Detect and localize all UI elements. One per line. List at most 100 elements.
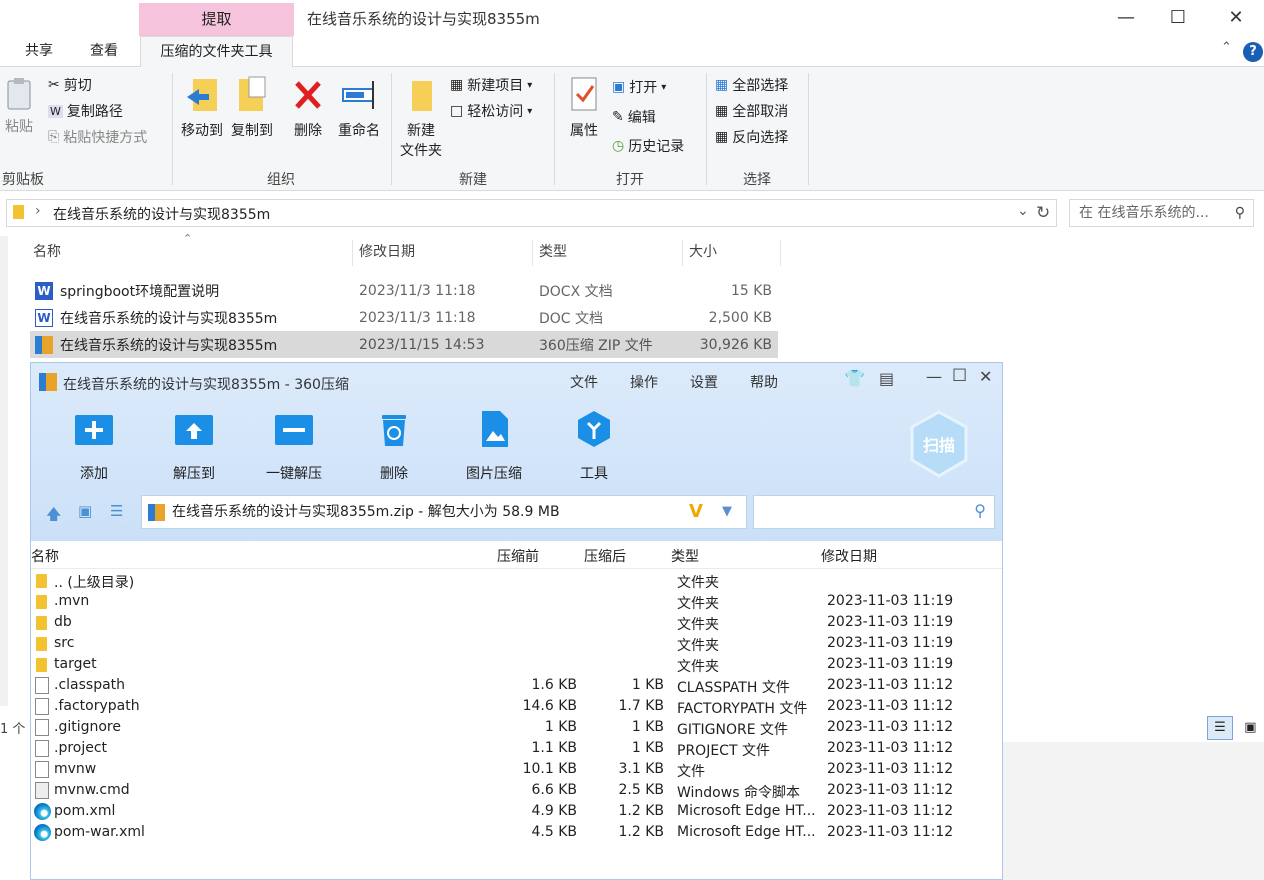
tools-button[interactable]: 工具	[549, 409, 639, 483]
path-dropdown-icon[interactable]: ▼	[722, 496, 732, 528]
image-compress-button[interactable]: 图片压缩	[449, 409, 539, 483]
address-dropdown-icon[interactable]: ⌄	[1017, 203, 1029, 219]
skin-shirt-icon[interactable]: 👕	[844, 369, 865, 389]
select-none-button[interactable]: ▦ 全部取消	[715, 101, 788, 121]
thumbnail-view-icon[interactable]: ▣	[78, 502, 92, 520]
zip-row-modified: 2023-11-03 11:12	[827, 782, 954, 798]
tools-hexagon-icon	[578, 411, 610, 447]
copy-path-button[interactable]: W 复制路径	[48, 101, 123, 121]
refresh-icon[interactable]: ↻	[1036, 203, 1050, 223]
zip-row-modified: 2023-11-03 11:12	[827, 740, 954, 756]
search-input[interactable]: 在 在线音乐系统的... ⚲	[1069, 199, 1254, 227]
address-bar[interactable]: › 在线音乐系统的设计与实现8355m ⌄	[6, 199, 1057, 227]
new-item-button[interactable]: ▦ 新建项目 ▾	[450, 75, 532, 95]
column-header-modified[interactable]: 修改日期	[353, 240, 533, 266]
group-label-select: 选择	[743, 172, 771, 188]
one-click-extract-button[interactable]: 一键解压	[249, 409, 339, 483]
open-button[interactable]: ▣ 打开 ▾	[612, 77, 666, 97]
zip-row[interactable]: pom-war.xml 4.5 KB 1.2 KB Microsoft Edge HT…	[31, 823, 1002, 844]
delete-button[interactable]: 删除	[286, 75, 330, 141]
large-icons-view-icon[interactable]: ▣	[1237, 717, 1263, 741]
scan-button[interactable]: 扫描	[908, 410, 970, 480]
vertical-scrollbar[interactable]	[0, 236, 8, 706]
feedback-icon[interactable]: ▤	[879, 369, 894, 388]
details-view-icon[interactable]: ☰	[1207, 716, 1233, 740]
paste-button[interactable]: 粘贴	[0, 77, 38, 137]
zip-row[interactable]: .classpath 1.6 KB 1 KB CLASSPATH 文件 2023-11-…	[31, 676, 1002, 697]
zip-maximize-icon[interactable]: ☐	[952, 366, 967, 386]
list-view-icon[interactable]: ☰	[110, 502, 123, 520]
help-icon[interactable]: ?	[1243, 42, 1263, 62]
breadcrumb[interactable]: 在线音乐系统的设计与实现8355m	[53, 204, 270, 224]
history-button[interactable]: ◷ 历史记录	[612, 136, 684, 156]
zip-delete-button[interactable]: 删除	[349, 409, 439, 483]
tab-compressed-folder-tools[interactable]: 压缩的文件夹工具	[140, 36, 293, 68]
column-header-name[interactable]: 名称	[27, 240, 353, 266]
copy-to-button[interactable]: 复制到	[227, 75, 277, 141]
zip-col-type[interactable]: 类型	[671, 546, 699, 566]
zip-icon	[35, 335, 53, 354]
zip-search-input[interactable]: ⚲	[753, 495, 995, 529]
zip-row-type: Windows 命令脚本	[677, 785, 800, 801]
tab-view[interactable]: 查看	[74, 36, 134, 67]
maximize-icon[interactable]: ☐	[1152, 0, 1204, 34]
tab-extract[interactable]: 提取	[139, 3, 294, 36]
zip-col-modified[interactable]: 修改日期	[821, 546, 877, 566]
zip-col-name[interactable]: 名称	[31, 546, 59, 566]
zip-row[interactable]: .project 1.1 KB 1 KB PROJECT 文件 2023-11-03 1…	[31, 739, 1002, 760]
column-header-size[interactable]: 大小	[683, 240, 781, 266]
zip-row-modified: 2023-11-03 11:12	[827, 761, 954, 777]
minimize-icon[interactable]: —	[1100, 0, 1152, 34]
ribbon: 粘贴 ✂ 剪切 W 复制路径 ⎘ 粘贴快捷方式 剪贴板 移动到 复制到 删除 重命名 …	[0, 67, 1264, 191]
menu-settings[interactable]: 设置	[690, 372, 718, 392]
zip-row-type: Microsoft Edge HT...	[677, 824, 816, 840]
cut-button[interactable]: ✂ 剪切	[48, 75, 92, 95]
zip-row[interactable]: mvnw.cmd 6.6 KB 2.5 KB Windows 命令脚本 2023-11-…	[31, 781, 1002, 802]
file-row[interactable]: W 在线音乐系统的设计与实现8355m 2023/11/3 11:18 DOC …	[30, 304, 778, 331]
group-divider	[808, 73, 809, 185]
zip-row[interactable]: pom.xml 4.9 KB 1.2 KB Microsoft Edge HT... 2…	[31, 802, 1002, 823]
menu-file[interactable]: 文件	[570, 372, 598, 392]
zip-row-modified: 2023-11-03 11:12	[827, 824, 954, 840]
zip-path-bar[interactable]: 在线音乐系统的设计与实现8355m.zip - 解包大小为 58.9 MB V …	[141, 495, 747, 529]
zip-row-type: 文件夹	[677, 596, 719, 612]
file-row[interactable]: W springboot环境配置说明 2023/11/3 11:18 DOCX …	[30, 277, 778, 304]
new-folder-button[interactable]: 新建 文件夹	[396, 75, 446, 161]
easy-access-button[interactable]: □ 轻松访问 ▾	[450, 101, 532, 121]
zip-row[interactable]: .factorypath 14.6 KB 1.7 KB FACTORYPATH 文件 2…	[31, 697, 1002, 718]
zip-row[interactable]: src 文件夹 2023-11-03 11:19	[31, 634, 1002, 655]
move-to-button[interactable]: 移动到	[177, 75, 227, 141]
select-all-button[interactable]: ▦ 全部选择	[715, 75, 788, 95]
close-icon[interactable]: ✕	[1210, 0, 1262, 34]
zip-row-before: 4.5 KB	[531, 824, 578, 840]
zip-col-before[interactable]: 压缩前	[497, 546, 539, 566]
menu-operation[interactable]: 操作	[630, 372, 658, 392]
properties-button[interactable]: 属性	[562, 75, 606, 141]
collapse-ribbon-icon[interactable]: ⌃	[1221, 40, 1232, 55]
v-badge-icon[interactable]: V	[689, 496, 703, 528]
zip-row[interactable]: db 文件夹 2023-11-03 11:19	[31, 613, 1002, 634]
file-row-selected[interactable]: 在线音乐系统的设计与实现8355m 2023/11/15 14:53 360压缩…	[30, 331, 778, 358]
rename-button[interactable]: 重命名	[334, 75, 384, 141]
zip-minimize-icon[interactable]: —	[926, 367, 942, 386]
zip-row[interactable]: .mvn 文件夹 2023-11-03 11:19	[31, 592, 1002, 613]
zip-row-name: .gitignore	[54, 719, 121, 735]
zip-row[interactable]: .. (上级目录) 文件夹	[31, 571, 1002, 592]
column-header-type[interactable]: 类型	[533, 240, 683, 266]
image-compress-icon	[482, 411, 508, 447]
paste-shortcut-button[interactable]: ⎘ 粘贴快捷方式	[48, 127, 147, 147]
add-button[interactable]: 添加	[49, 409, 139, 483]
tab-share[interactable]: 共享	[10, 36, 68, 67]
zip-row[interactable]: .gitignore 1 KB 1 KB GITIGNORE 文件 2023-11-03…	[31, 718, 1002, 739]
edit-button[interactable]: ✎ 编辑	[612, 107, 656, 127]
zip-col-after[interactable]: 压缩后	[584, 546, 626, 566]
zip-row-name: mvnw.cmd	[54, 782, 130, 798]
zip-row[interactable]: target 文件夹 2023-11-03 11:19	[31, 655, 1002, 676]
zip-close-icon[interactable]: ✕	[979, 367, 992, 386]
up-level-icon[interactable]: 🡅	[46, 504, 61, 529]
zip-row-type: 文件	[677, 764, 705, 780]
invert-selection-button[interactable]: ▦ 反向选择	[715, 127, 788, 147]
zip-row[interactable]: mvnw 10.1 KB 3.1 KB 文件 2023-11-03 11:12	[31, 760, 1002, 781]
extract-to-button[interactable]: 解压到	[149, 409, 239, 483]
menu-help[interactable]: 帮助	[750, 372, 778, 392]
